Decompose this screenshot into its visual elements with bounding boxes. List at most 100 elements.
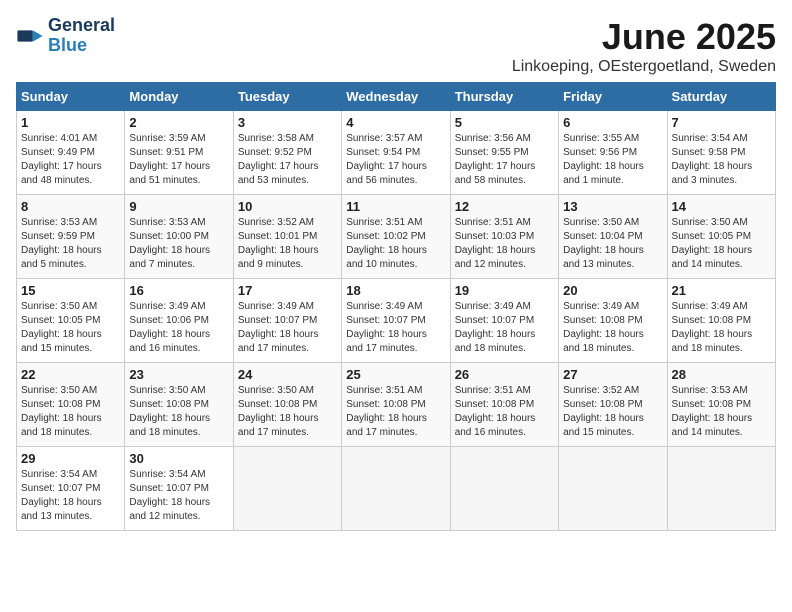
col-header-saturday: Saturday	[667, 83, 775, 111]
day-cell-7: 7 Sunrise: 3:54 AM Sunset: 9:58 PM Daylig…	[667, 111, 775, 195]
day-number-25: 25	[346, 367, 445, 382]
day-info-22: Sunrise: 3:50 AM Sunset: 10:08 PM Daylig…	[21, 384, 120, 440]
day-number-18: 18	[346, 283, 445, 298]
subtitle: Linkoeping, OEstergoetland, Sweden	[512, 58, 776, 76]
empty-cell	[450, 447, 558, 531]
day-info-12: Sunrise: 3:51 AM Sunset: 10:03 PM Daylig…	[455, 216, 554, 272]
day-cell-26: 26 Sunrise: 3:51 AM Sunset: 10:08 PM Dayl…	[450, 363, 558, 447]
day-cell-18: 18 Sunrise: 3:49 AM Sunset: 10:07 PM Dayl…	[342, 279, 450, 363]
day-number-28: 28	[672, 367, 771, 382]
day-info-9: Sunrise: 3:53 AM Sunset: 10:00 PM Daylig…	[129, 216, 228, 272]
day-info-18: Sunrise: 3:49 AM Sunset: 10:07 PM Daylig…	[346, 300, 445, 356]
col-header-friday: Friday	[559, 83, 667, 111]
day-info-27: Sunrise: 3:52 AM Sunset: 10:08 PM Daylig…	[563, 384, 662, 440]
day-info-13: Sunrise: 3:50 AM Sunset: 10:04 PM Daylig…	[563, 216, 662, 272]
day-cell-28: 28 Sunrise: 3:53 AM Sunset: 10:08 PM Dayl…	[667, 363, 775, 447]
day-info-14: Sunrise: 3:50 AM Sunset: 10:05 PM Daylig…	[672, 216, 771, 272]
day-cell-11: 11Sunrise: 3:51 AM Sunset: 10:02 PM Dayl…	[342, 195, 450, 279]
day-info-1: Sunrise: 4:01 AM Sunset: 9:49 PM Dayligh…	[21, 132, 120, 188]
day-cell-23: 23 Sunrise: 3:50 AM Sunset: 10:08 PM Dayl…	[125, 363, 233, 447]
day-info-2: Sunrise: 3:59 AM Sunset: 9:51 PM Dayligh…	[129, 132, 228, 188]
day-number-30: 30	[129, 451, 228, 466]
logo-line1: General	[48, 16, 115, 36]
day-number-22: 22	[21, 367, 120, 382]
day-cell-1: 1Sunrise: 4:01 AM Sunset: 9:49 PM Daylig…	[17, 111, 125, 195]
empty-cell	[667, 447, 775, 531]
day-number-8: 8	[21, 199, 120, 214]
week-row-2: 8 Sunrise: 3:53 AM Sunset: 9:59 PM Daylig…	[17, 195, 776, 279]
day-number-21: 21	[672, 283, 771, 298]
title-block: June 2025 Linkoeping, OEstergoetland, Sw…	[512, 16, 776, 76]
day-number-15: 15	[21, 283, 120, 298]
day-info-4: Sunrise: 3:57 AM Sunset: 9:54 PM Dayligh…	[346, 132, 445, 188]
day-info-15: Sunrise: 3:50 AM Sunset: 10:05 PM Daylig…	[21, 300, 120, 356]
day-cell-4: 4 Sunrise: 3:57 AM Sunset: 9:54 PM Daylig…	[342, 111, 450, 195]
logo: General Blue	[16, 16, 115, 56]
day-number-6: 6	[563, 115, 662, 130]
day-info-7: Sunrise: 3:54 AM Sunset: 9:58 PM Dayligh…	[672, 132, 771, 188]
calendar-table: SundayMondayTuesdayWednesdayThursdayFrid…	[16, 82, 776, 531]
day-cell-29: 29 Sunrise: 3:54 AM Sunset: 10:07 PM Dayl…	[17, 447, 125, 531]
empty-cell	[233, 447, 341, 531]
logo-text: General Blue	[48, 16, 115, 56]
day-cell-12: 12Sunrise: 3:51 AM Sunset: 10:03 PM Dayl…	[450, 195, 558, 279]
logo-line2: Blue	[48, 35, 87, 55]
day-info-20: Sunrise: 3:49 AM Sunset: 10:08 PM Daylig…	[563, 300, 662, 356]
day-info-28: Sunrise: 3:53 AM Sunset: 10:08 PM Daylig…	[672, 384, 771, 440]
day-cell-30: 30 Sunrise: 3:54 AM Sunset: 10:07 PM Dayl…	[125, 447, 233, 531]
day-info-26: Sunrise: 3:51 AM Sunset: 10:08 PM Daylig…	[455, 384, 554, 440]
day-number-7: 7	[672, 115, 771, 130]
day-number-9: 9	[129, 199, 228, 214]
day-cell-9: 9 Sunrise: 3:53 AM Sunset: 10:00 PM Dayli…	[125, 195, 233, 279]
day-number-29: 29	[21, 451, 120, 466]
day-cell-17: 17Sunrise: 3:49 AM Sunset: 10:07 PM Dayl…	[233, 279, 341, 363]
page-header: General Blue June 2025 Linkoeping, OEste…	[16, 16, 776, 76]
day-info-29: Sunrise: 3:54 AM Sunset: 10:07 PM Daylig…	[21, 468, 120, 524]
day-cell-5: 5 Sunrise: 3:56 AM Sunset: 9:55 PM Daylig…	[450, 111, 558, 195]
day-info-8: Sunrise: 3:53 AM Sunset: 9:59 PM Dayligh…	[21, 216, 120, 272]
week-row-5: 29 Sunrise: 3:54 AM Sunset: 10:07 PM Dayl…	[17, 447, 776, 531]
col-header-wednesday: Wednesday	[342, 83, 450, 111]
day-cell-15: 15 Sunrise: 3:50 AM Sunset: 10:05 PM Dayl…	[17, 279, 125, 363]
day-number-13: 13	[563, 199, 662, 214]
week-row-4: 22 Sunrise: 3:50 AM Sunset: 10:08 PM Dayl…	[17, 363, 776, 447]
day-cell-10: 10 Sunrise: 3:52 AM Sunset: 10:01 PM Dayl…	[233, 195, 341, 279]
day-info-23: Sunrise: 3:50 AM Sunset: 10:08 PM Daylig…	[129, 384, 228, 440]
day-info-3: Sunrise: 3:58 AM Sunset: 9:52 PM Dayligh…	[238, 132, 337, 188]
day-number-26: 26	[455, 367, 554, 382]
day-number-20: 20	[563, 283, 662, 298]
day-cell-2: 2Sunrise: 3:59 AM Sunset: 9:51 PM Daylig…	[125, 111, 233, 195]
day-cell-6: 6 Sunrise: 3:55 AM Sunset: 9:56 PM Daylig…	[559, 111, 667, 195]
header-row: SundayMondayTuesdayWednesdayThursdayFrid…	[17, 83, 776, 111]
day-cell-25: 25 Sunrise: 3:51 AM Sunset: 10:08 PM Dayl…	[342, 363, 450, 447]
day-cell-19: 19 Sunrise: 3:49 AM Sunset: 10:07 PM Dayl…	[450, 279, 558, 363]
col-header-tuesday: Tuesday	[233, 83, 341, 111]
day-cell-27: 27Sunrise: 3:52 AM Sunset: 10:08 PM Dayl…	[559, 363, 667, 447]
col-header-thursday: Thursday	[450, 83, 558, 111]
day-info-16: Sunrise: 3:49 AM Sunset: 10:06 PM Daylig…	[129, 300, 228, 356]
day-number-16: 16	[129, 283, 228, 298]
day-number-24: 24	[238, 367, 337, 382]
day-info-21: Sunrise: 3:49 AM Sunset: 10:08 PM Daylig…	[672, 300, 771, 356]
day-info-6: Sunrise: 3:55 AM Sunset: 9:56 PM Dayligh…	[563, 132, 662, 188]
day-info-24: Sunrise: 3:50 AM Sunset: 10:08 PM Daylig…	[238, 384, 337, 440]
day-number-5: 5	[455, 115, 554, 130]
empty-cell	[342, 447, 450, 531]
day-cell-21: 21 Sunrise: 3:49 AM Sunset: 10:08 PM Dayl…	[667, 279, 775, 363]
day-number-19: 19	[455, 283, 554, 298]
day-number-10: 10	[238, 199, 337, 214]
day-cell-14: 14 Sunrise: 3:50 AM Sunset: 10:05 PM Dayl…	[667, 195, 775, 279]
day-number-4: 4	[346, 115, 445, 130]
day-number-14: 14	[672, 199, 771, 214]
day-info-10: Sunrise: 3:52 AM Sunset: 10:01 PM Daylig…	[238, 216, 337, 272]
day-number-17: 17	[238, 283, 337, 298]
day-info-25: Sunrise: 3:51 AM Sunset: 10:08 PM Daylig…	[346, 384, 445, 440]
empty-cell	[559, 447, 667, 531]
day-cell-22: 22 Sunrise: 3:50 AM Sunset: 10:08 PM Dayl…	[17, 363, 125, 447]
day-info-5: Sunrise: 3:56 AM Sunset: 9:55 PM Dayligh…	[455, 132, 554, 188]
day-number-23: 23	[129, 367, 228, 382]
day-info-30: Sunrise: 3:54 AM Sunset: 10:07 PM Daylig…	[129, 468, 228, 524]
day-info-11: Sunrise: 3:51 AM Sunset: 10:02 PM Daylig…	[346, 216, 445, 272]
week-row-3: 15 Sunrise: 3:50 AM Sunset: 10:05 PM Dayl…	[17, 279, 776, 363]
day-info-19: Sunrise: 3:49 AM Sunset: 10:07 PM Daylig…	[455, 300, 554, 356]
